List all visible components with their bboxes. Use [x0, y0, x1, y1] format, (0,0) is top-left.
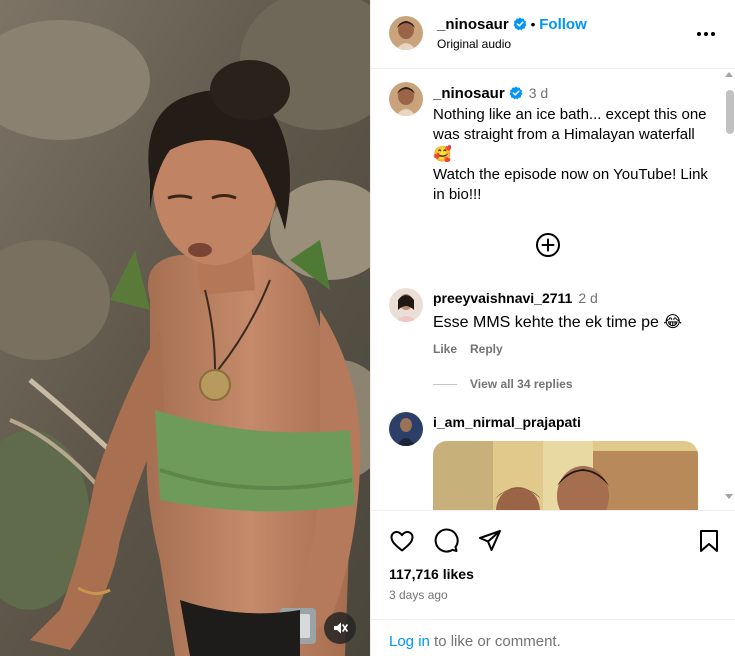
replies-divider — [433, 384, 457, 385]
caption-username[interactable]: _ninosaur — [433, 85, 505, 102]
caption-avatar[interactable] — [389, 82, 423, 116]
view-replies-button[interactable]: View all 34 replies — [470, 377, 573, 391]
scrollbar-thumb[interactable] — [726, 90, 734, 134]
comments-scrollbar[interactable] — [725, 70, 735, 510]
post-header: _ninosaur • Follow Original audio — [371, 0, 735, 69]
verified-badge-icon — [513, 17, 527, 35]
mute-toggle-button[interactable] — [324, 612, 356, 644]
caption-time[interactable]: 3 d — [529, 85, 548, 101]
commenter-avatar[interactable] — [389, 288, 423, 322]
more-options-icon[interactable] — [694, 24, 718, 44]
muted-speaker-icon — [332, 620, 348, 636]
login-link[interactable]: Log in — [389, 633, 430, 650]
bookmark-icon[interactable] — [696, 528, 722, 554]
comment-bubble-icon[interactable] — [433, 528, 459, 554]
reply-button[interactable]: Reply — [470, 342, 503, 356]
post-actions: 117,716 likes 3 days ago Log in to like … — [371, 510, 735, 656]
like-comment-button[interactable]: Like — [433, 342, 457, 356]
scroll-down-arrow-icon[interactable] — [725, 494, 733, 499]
commenter-username[interactable]: i_am_nirmal_prajapati — [433, 414, 581, 430]
verified-badge-icon — [509, 86, 523, 104]
video-frame — [0, 0, 370, 656]
login-prompt-text: to like or comment. — [429, 633, 561, 650]
login-prompt: Log in to like or comment. — [371, 619, 735, 656]
follow-button[interactable]: Follow — [539, 16, 587, 33]
heart-icon[interactable] — [389, 528, 415, 554]
commenter-username[interactable]: preeyvaishnavi_2711 — [433, 290, 572, 306]
author-username[interactable]: _ninosaur — [437, 16, 509, 33]
post-side-panel: _ninosaur • Follow Original audio _ninos… — [370, 0, 735, 656]
audio-label[interactable]: Original audio — [437, 37, 511, 51]
caption-text: Nothing like an ice bath... except this … — [433, 106, 708, 203]
likes-count[interactable]: 117,716 likes — [389, 566, 474, 582]
post-video[interactable] — [0, 0, 370, 656]
comment-time[interactable]: 2 d — [578, 290, 597, 306]
add-circle-icon[interactable] — [535, 232, 561, 258]
paper-plane-icon[interactable] — [477, 528, 503, 554]
author-avatar[interactable] — [389, 16, 423, 50]
scroll-up-arrow-icon[interactable] — [725, 72, 733, 77]
post-date[interactable]: 3 days ago — [389, 588, 448, 602]
commenter-avatar[interactable] — [389, 412, 423, 446]
comments-list[interactable]: _ninosaur 3 d Nothing like an ice bath..… — [371, 70, 735, 510]
comment-text: Esse MMS kehte the ek time pe 😂 — [433, 314, 683, 331]
separator-dot: • — [530, 17, 536, 32]
comment-gif[interactable] — [433, 441, 698, 510]
